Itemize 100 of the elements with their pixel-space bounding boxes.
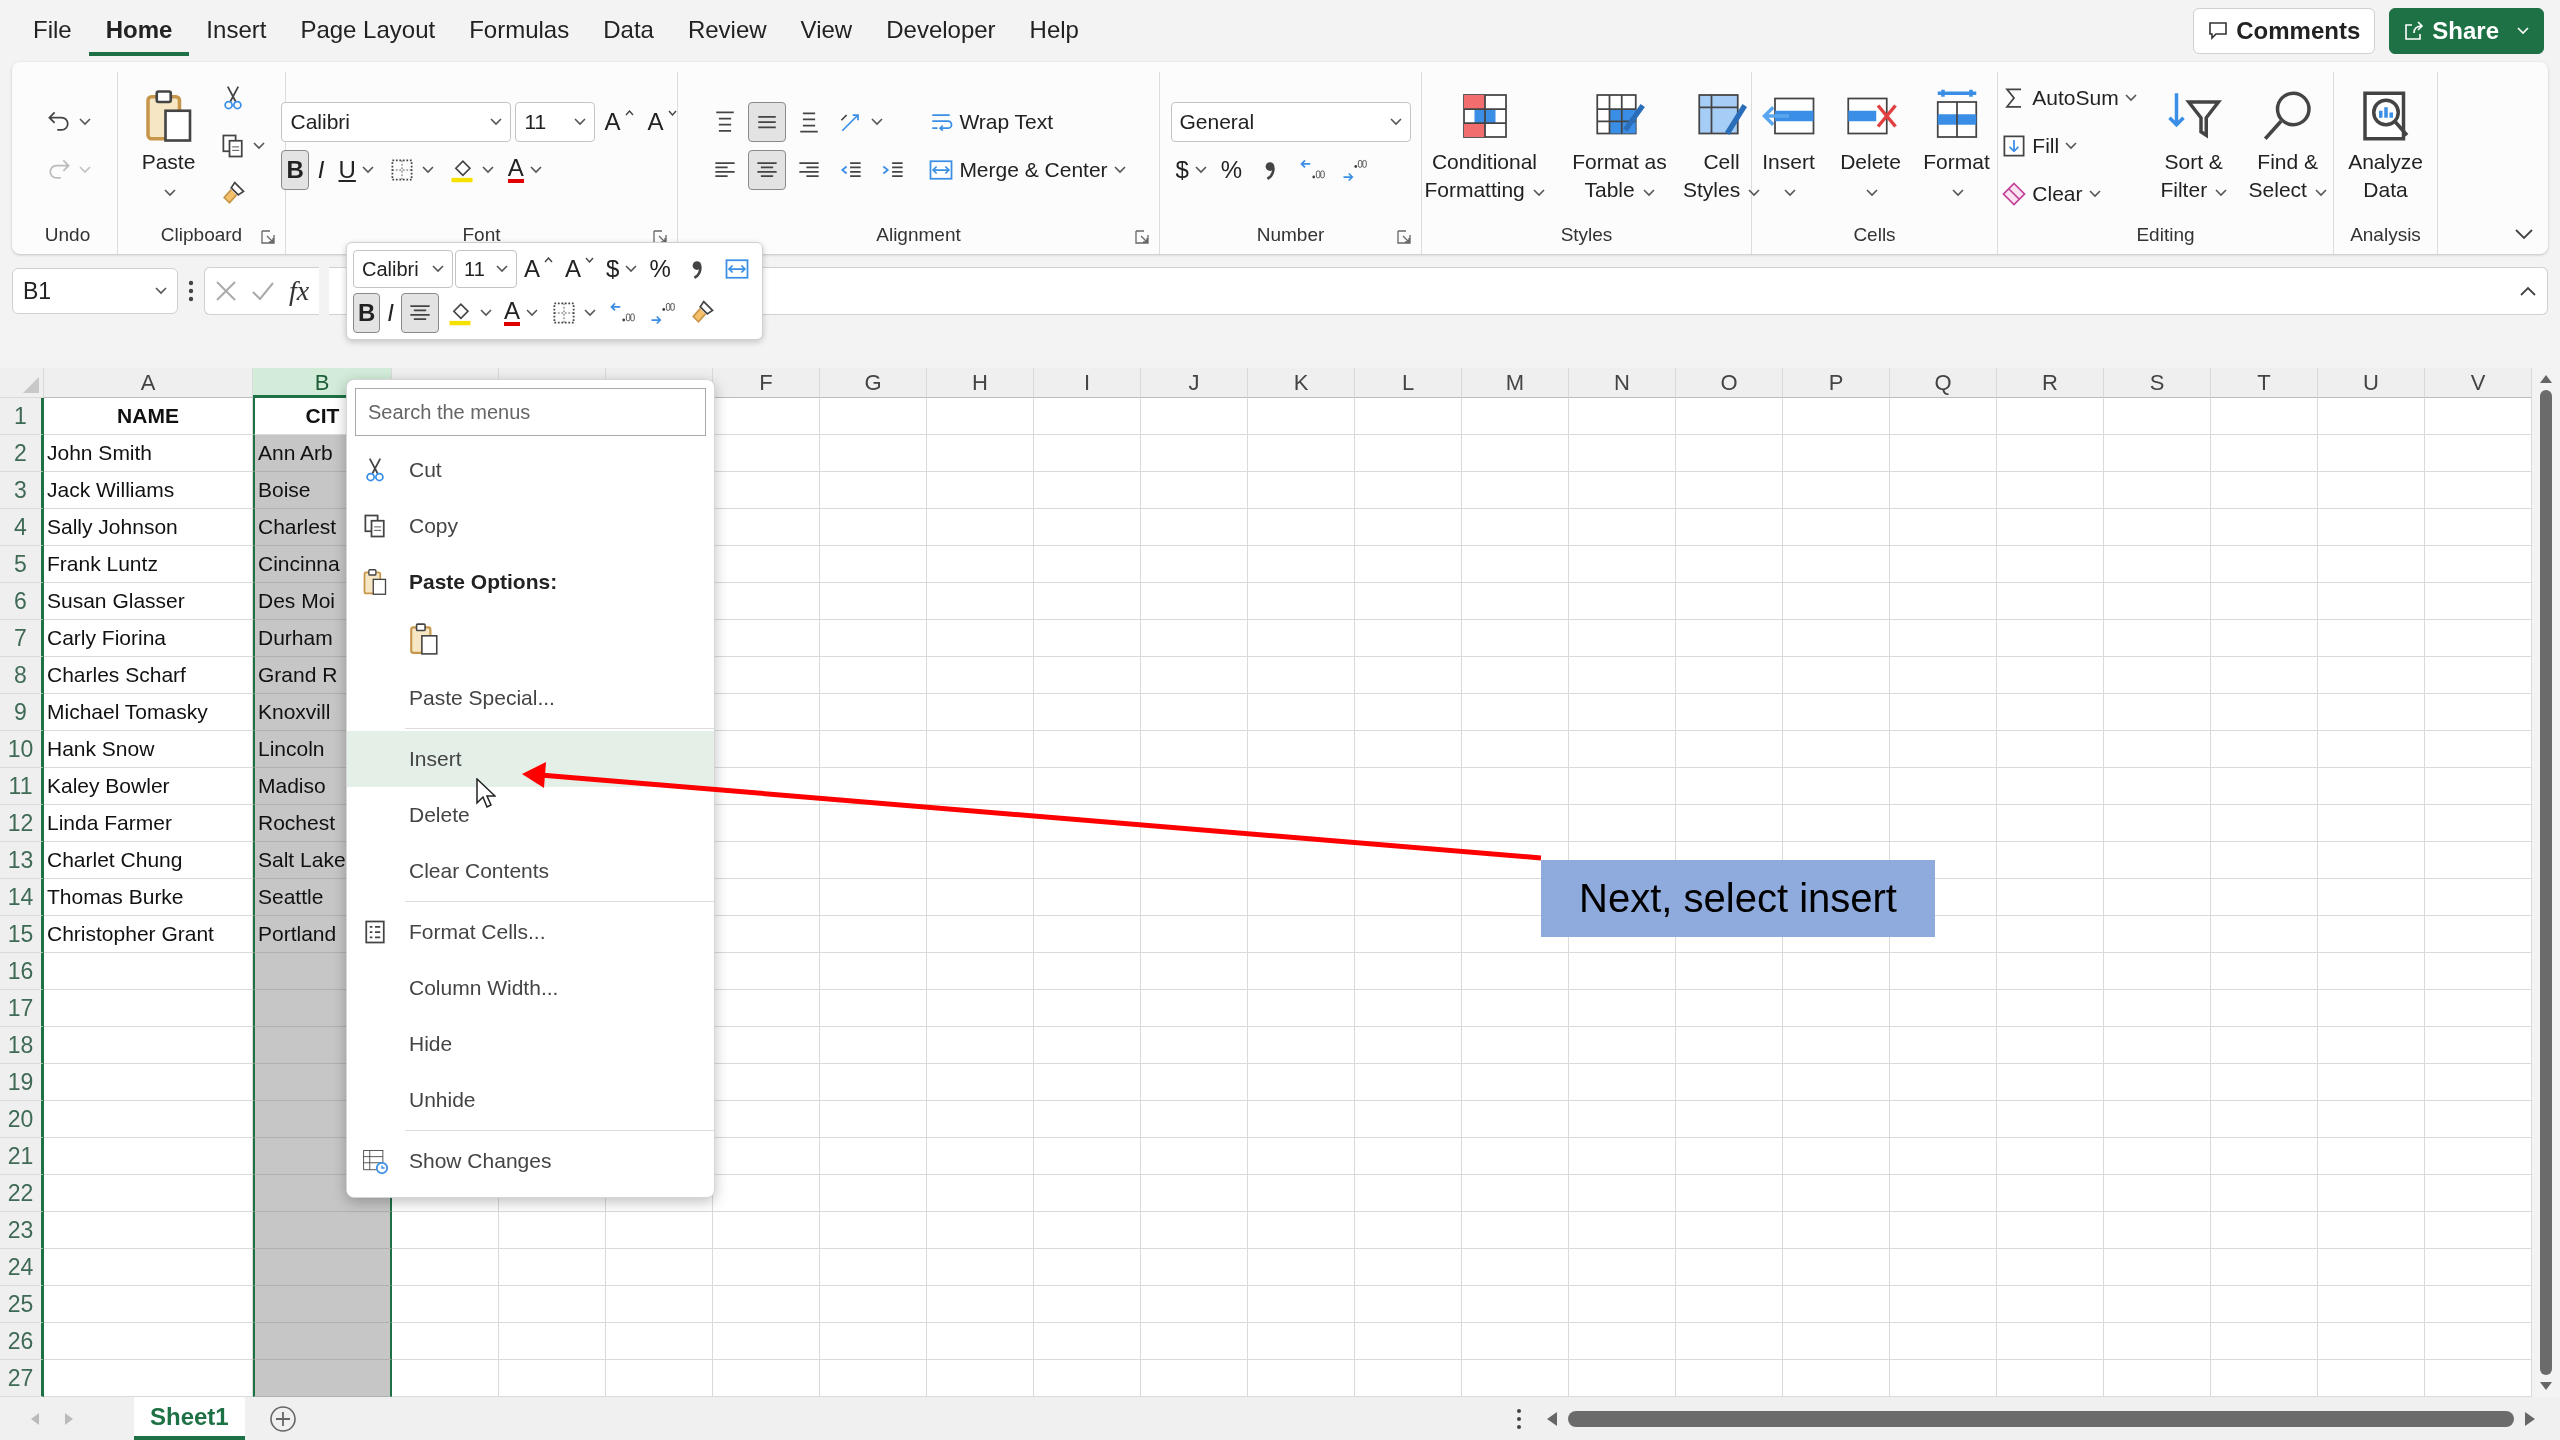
column-header[interactable]: K bbox=[1248, 368, 1355, 398]
font-size-dropdown[interactable]: 11 bbox=[455, 250, 517, 288]
row-header[interactable]: 1 bbox=[0, 398, 44, 435]
row-header[interactable]: 10 bbox=[0, 731, 44, 768]
row-header[interactable]: 19 bbox=[0, 1064, 44, 1101]
row-header[interactable]: 2 bbox=[0, 435, 44, 472]
delete-cells-button[interactable]: Delete bbox=[1830, 85, 1911, 207]
search-field[interactable]: Search the menus bbox=[355, 388, 706, 436]
row-header[interactable]: 21 bbox=[0, 1138, 44, 1175]
scroll-up-icon[interactable] bbox=[2539, 374, 2553, 384]
column-header[interactable]: S bbox=[2104, 368, 2211, 398]
bold-button[interactable]: B bbox=[353, 293, 381, 333]
insert-function-label[interactable]: fx bbox=[289, 275, 310, 307]
column-header[interactable]: J bbox=[1141, 368, 1248, 398]
percent-button[interactable]: % bbox=[1215, 150, 1248, 190]
row-header[interactable]: 3 bbox=[0, 472, 44, 509]
column-header[interactable]: U bbox=[2318, 368, 2425, 398]
ribbon-tab[interactable]: Data bbox=[586, 6, 671, 56]
bold-button[interactable]: B bbox=[281, 150, 309, 190]
more-options-icon[interactable] bbox=[188, 280, 194, 302]
row-header[interactable]: 7 bbox=[0, 620, 44, 657]
align-middle-button[interactable] bbox=[748, 102, 787, 142]
add-sheet-icon[interactable] bbox=[268, 1404, 297, 1433]
font-size-dropdown[interactable]: 11 bbox=[515, 102, 596, 142]
row-header[interactable]: 26 bbox=[0, 1323, 44, 1360]
column-header[interactable]: L bbox=[1355, 368, 1462, 398]
ribbon-tab[interactable]: Insert bbox=[189, 6, 284, 56]
row-header[interactable]: 17 bbox=[0, 990, 44, 1027]
ribbon-tab[interactable]: Page Layout bbox=[283, 6, 453, 56]
underline-button[interactable]: U bbox=[333, 150, 379, 190]
ribbon-tab[interactable]: View bbox=[783, 6, 870, 56]
clipboard-button[interactable]: Paste bbox=[133, 85, 204, 207]
align-center-button[interactable] bbox=[401, 293, 439, 333]
grow-button[interactable]: A bbox=[519, 249, 558, 289]
ribbon-tab[interactable]: Review bbox=[670, 6, 784, 56]
scroll-left-icon[interactable] bbox=[1546, 1410, 1558, 1427]
currency-button[interactable]: $ bbox=[601, 249, 643, 289]
column-header[interactable]: F bbox=[713, 368, 820, 398]
row-header[interactable]: 22 bbox=[0, 1175, 44, 1212]
row-header[interactable]: 15 bbox=[0, 916, 44, 953]
menu-item[interactable]: Column Width... bbox=[347, 960, 714, 1016]
dialog-launcher-icon[interactable] bbox=[1397, 230, 1411, 244]
menu-item[interactable]: Insert bbox=[347, 731, 714, 787]
fontcolor-button[interactable]: A bbox=[499, 293, 544, 333]
horizontal-scrollbar-thumb[interactable] bbox=[1568, 1410, 2514, 1427]
chart-magnifier-button[interactable]: Analyze Data bbox=[2338, 85, 2433, 207]
column-header[interactable]: Q bbox=[1890, 368, 1997, 398]
column-header[interactable]: A bbox=[44, 368, 253, 398]
share-button[interactable]: Share bbox=[2389, 8, 2544, 54]
row-header[interactable]: 6 bbox=[0, 583, 44, 620]
font-name-dropdown[interactable]: Calibri bbox=[353, 250, 453, 288]
row-header[interactable]: 8 bbox=[0, 657, 44, 694]
check-icon[interactable] bbox=[251, 280, 275, 302]
menu-item[interactable]: Hide bbox=[347, 1016, 714, 1072]
column-header[interactable]: V bbox=[2425, 368, 2532, 398]
row-header[interactable]: 9 bbox=[0, 694, 44, 731]
row-header[interactable]: 27 bbox=[0, 1360, 44, 1397]
italic-button[interactable]: I bbox=[312, 150, 330, 190]
row-header[interactable]: 24 bbox=[0, 1249, 44, 1286]
menu-item[interactable]: Show Changes bbox=[347, 1133, 714, 1189]
align-center-button[interactable] bbox=[748, 150, 787, 190]
wrap-text-button[interactable]: Wrap Text bbox=[922, 102, 1059, 142]
column-header[interactable]: T bbox=[2211, 368, 2318, 398]
sheet-tab[interactable]: Sheet1 bbox=[134, 1397, 245, 1440]
column-header[interactable]: I bbox=[1034, 368, 1141, 398]
row-header[interactable]: 4 bbox=[0, 509, 44, 546]
row-header[interactable]: 12 bbox=[0, 805, 44, 842]
collapse-chevron-icon[interactable] bbox=[2519, 285, 2537, 297]
table-brush-button[interactable]: Format as Table bbox=[1563, 85, 1676, 207]
search-button[interactable]: Find & Select bbox=[2239, 85, 2336, 207]
dialog-launcher-icon[interactable] bbox=[261, 230, 275, 244]
number-format-dropdown[interactable]: General bbox=[1170, 102, 1411, 142]
row-header[interactable]: 14 bbox=[0, 879, 44, 916]
row-header[interactable]: 13 bbox=[0, 842, 44, 879]
ribbon-tab[interactable]: Help bbox=[1012, 6, 1096, 56]
menu-item[interactable]: Unhide bbox=[347, 1072, 714, 1128]
dialog-launcher-icon[interactable] bbox=[1135, 230, 1149, 244]
column-header[interactable]: R bbox=[1997, 368, 2104, 398]
column-header[interactable]: M bbox=[1462, 368, 1569, 398]
italic-button[interactable]: I bbox=[382, 293, 399, 333]
row-header[interactable]: 11 bbox=[0, 768, 44, 805]
conditional-grid-button[interactable]: Conditional Formatting bbox=[1409, 85, 1560, 207]
font-name-dropdown[interactable]: Calibri bbox=[281, 102, 512, 142]
fontcolor-button[interactable]: A bbox=[502, 150, 547, 190]
ribbon-tab[interactable]: File bbox=[16, 6, 89, 56]
ribbon-tab[interactable]: Formulas bbox=[452, 6, 587, 56]
ribbon-tab[interactable]: Developer bbox=[869, 6, 1013, 56]
shrink-button[interactable]: A bbox=[560, 249, 600, 289]
shrink-button[interactable]: A bbox=[642, 102, 682, 142]
grow-button[interactable]: A bbox=[599, 102, 639, 142]
more-options-icon[interactable] bbox=[1516, 1407, 1522, 1430]
row-header[interactable]: 20 bbox=[0, 1101, 44, 1138]
column-header[interactable]: G bbox=[820, 368, 927, 398]
column-header[interactable]: N bbox=[1569, 368, 1676, 398]
column-header[interactable]: H bbox=[927, 368, 1034, 398]
ribbon-tab[interactable]: Home bbox=[88, 6, 190, 56]
row-header[interactable]: 18 bbox=[0, 1027, 44, 1064]
collapse-chevron-icon[interactable] bbox=[2514, 228, 2534, 240]
vertical-scrollbar-thumb[interactable] bbox=[2540, 390, 2552, 1375]
currency-button[interactable]: $ bbox=[1170, 150, 1212, 190]
